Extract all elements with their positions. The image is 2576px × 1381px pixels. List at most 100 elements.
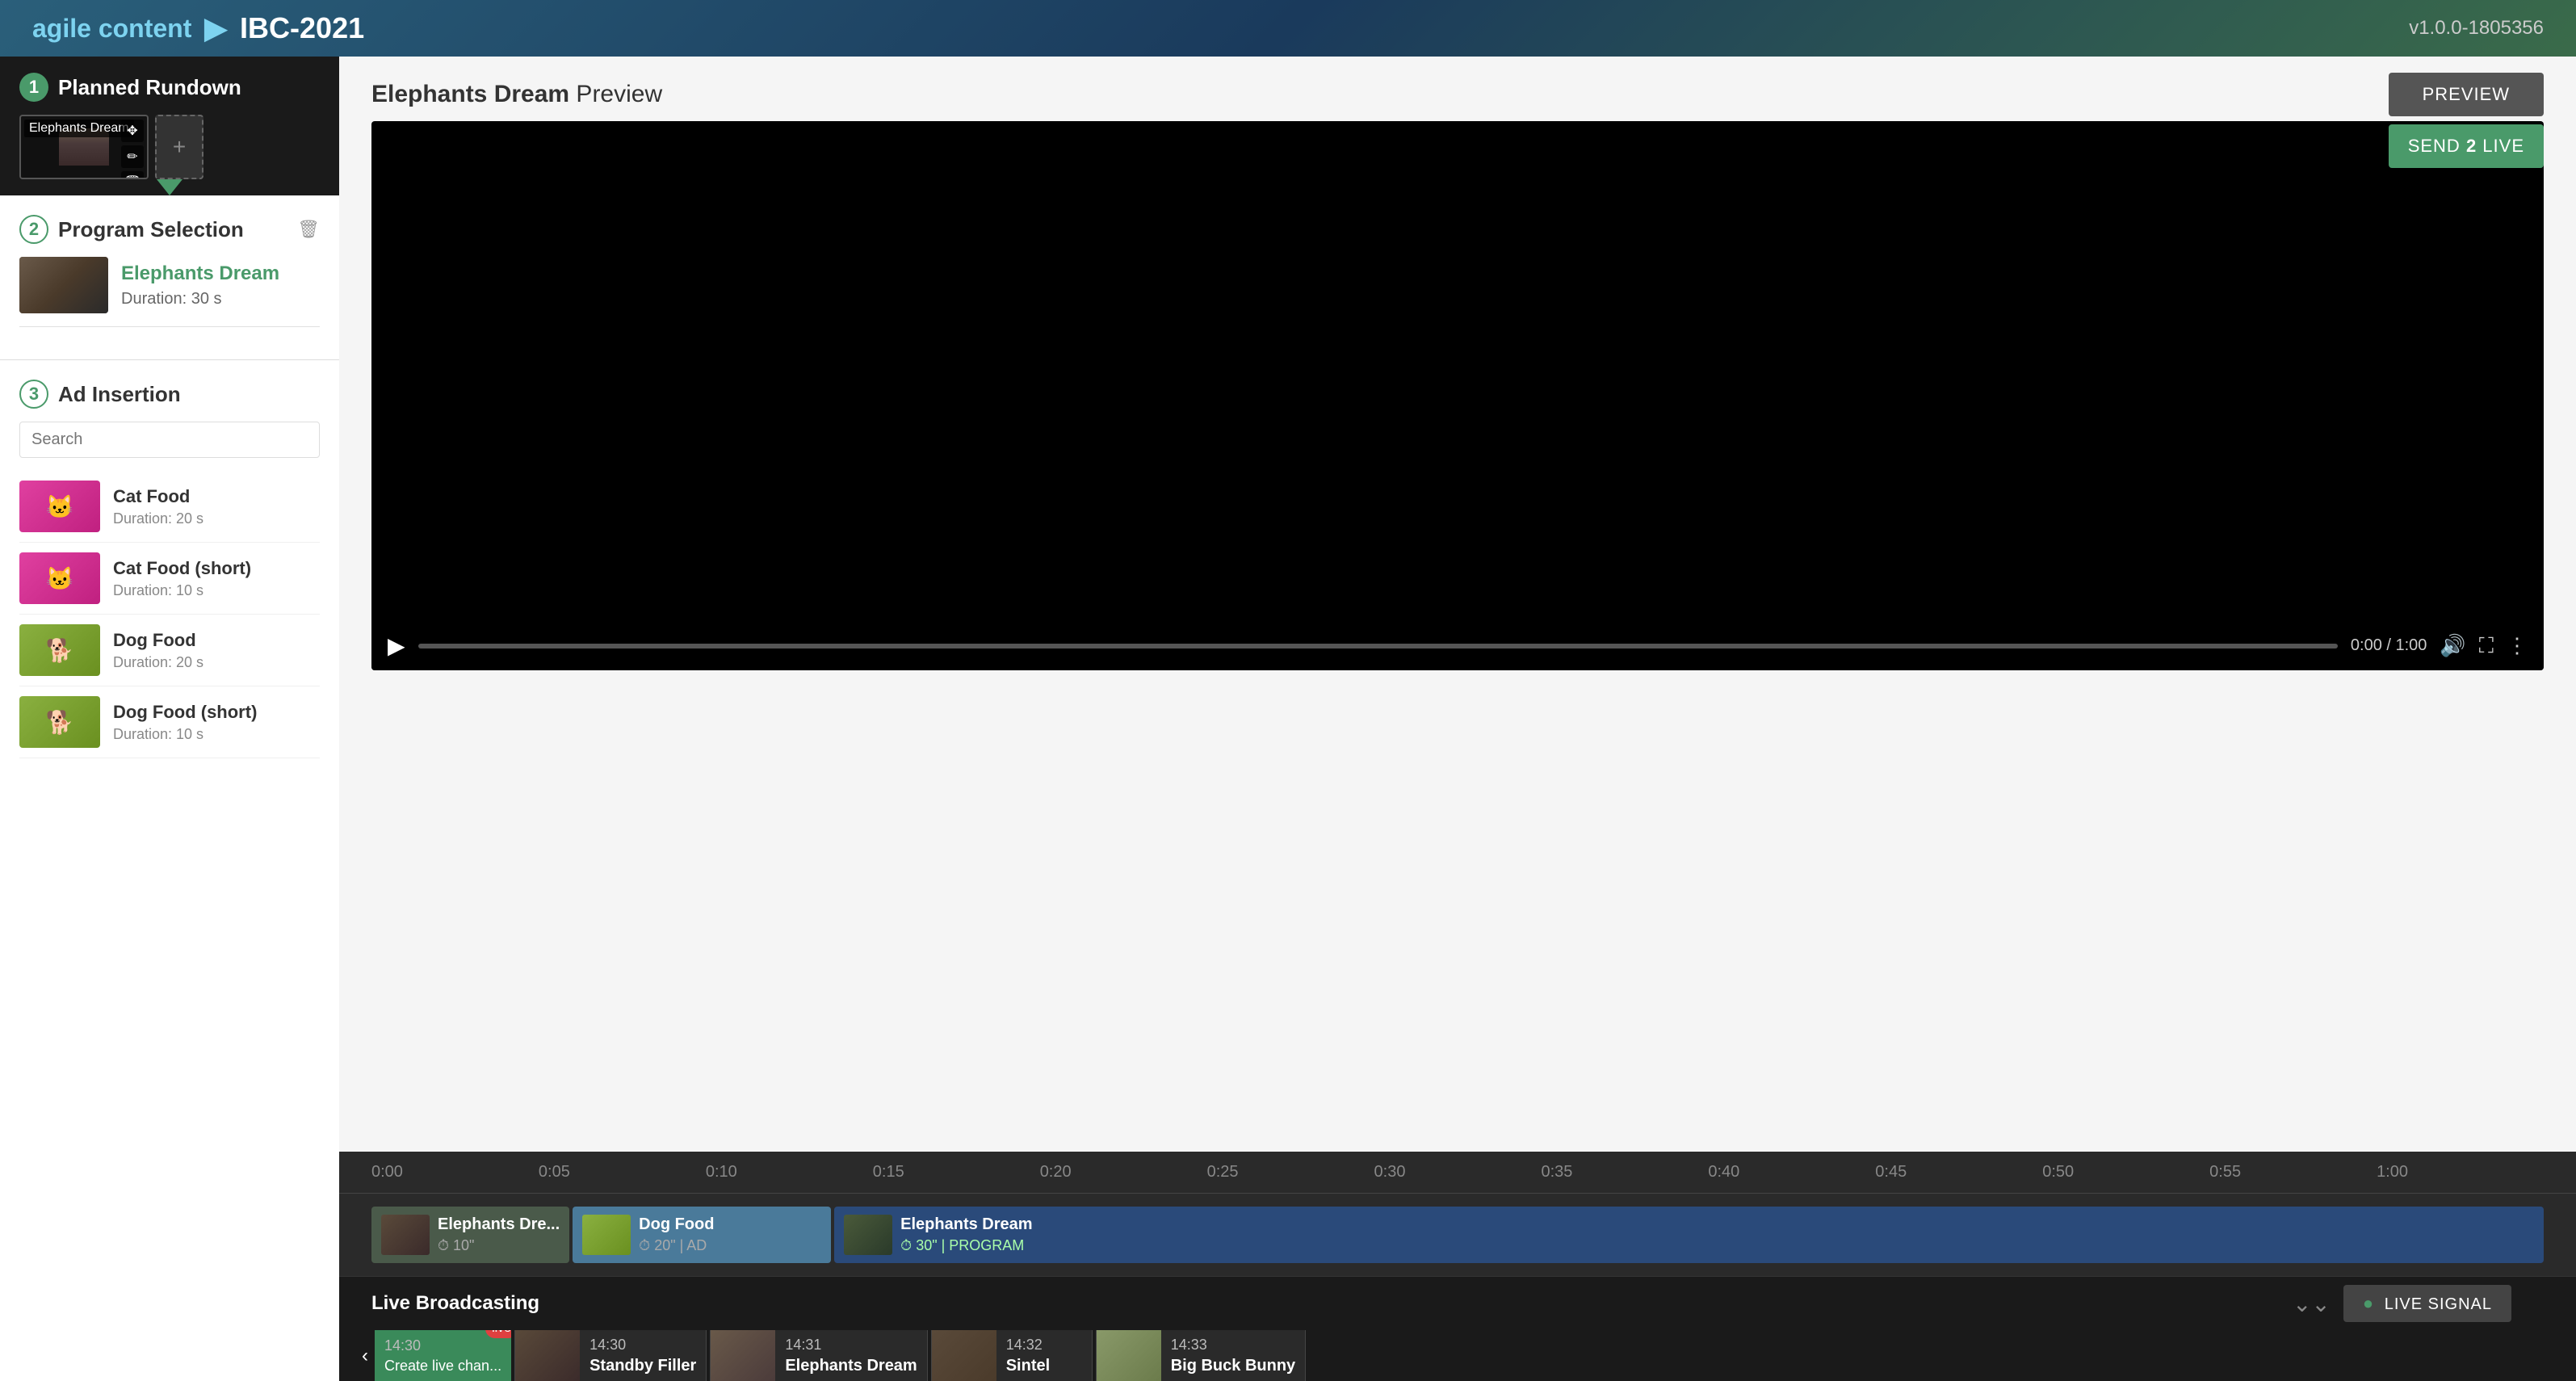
list-item: 🐕 Dog Food (short) Duration: 10 s	[19, 686, 320, 758]
track-item-dog-food[interactable]: Dog Food ⏱ 20" | AD	[573, 1207, 831, 1263]
rundown-item-elephants[interactable]: Elephants Dream ✥ ✏ 🗑	[19, 115, 149, 179]
lb-item-time: 14:33	[1171, 1337, 1295, 1354]
more-button[interactable]: ⋮	[2507, 633, 2528, 658]
track-info: Dog Food ⏱ 20" | AD	[639, 1215, 714, 1254]
program-item: Elephants Dream Duration: 30 s	[19, 257, 320, 313]
track-title: Elephants Dre...	[438, 1215, 560, 1234]
main-layout: 1 Planned Rundown Elephants Dream ✥ ✏ 🗑	[0, 57, 2576, 1381]
program-selection-section: 2 Program Selection 🗑 Elephants Dream Du…	[0, 195, 339, 360]
planned-rundown-header: 1 Planned Rundown	[19, 73, 320, 102]
ad-info: Cat Food (short) Duration: 10 s	[113, 558, 251, 599]
lb-item-thumb	[515, 1330, 580, 1381]
program-info: Elephants Dream Duration: 30 s	[121, 262, 279, 309]
ad-duration: Duration: 10 s	[113, 726, 257, 743]
list-item[interactable]: 14:32 Sintel	[931, 1330, 1093, 1381]
program-info-title: Elephants Dream	[121, 262, 279, 285]
dog-food-thumbnail: 🐕	[19, 624, 100, 676]
planned-rundown-number: 1	[19, 73, 48, 102]
ad-info: Dog Food (short) Duration: 10 s	[113, 702, 257, 743]
track-meta: ⏱ 30" | PROGRAM	[900, 1237, 1032, 1254]
progress-bar[interactable]	[418, 644, 2338, 649]
track-info: Elephants Dream ⏱ 30" | PROGRAM	[900, 1215, 1032, 1254]
timeline-area: 0:00 0:05 0:10 0:15 0:20 0:25 0:30 0:35 …	[339, 1152, 2576, 1276]
time-mark: 0:20	[1040, 1163, 1207, 1182]
track-item-elephants-program[interactable]: Elephants Dream ⏱ 30" | PROGRAM	[834, 1207, 2544, 1263]
program-delete-icon[interactable]: 🗑	[297, 219, 320, 240]
live-dot-icon: ●	[2363, 1293, 2374, 1313]
track-title: Dog Food	[639, 1215, 714, 1234]
track-item-elephants-short[interactable]: Elephants Dre... ⏱ 10"	[371, 1207, 569, 1263]
lb-items: 14:30 Create live chan... live 14:30 Sta…	[375, 1330, 2576, 1381]
program-thumb-inner	[19, 257, 108, 313]
track-thumb-dog-food	[582, 1215, 631, 1255]
move-icon[interactable]: ✥	[121, 120, 144, 142]
ad-title: Dog Food	[113, 630, 203, 651]
list-item[interactable]: 14:31 Elephants Dream	[710, 1330, 927, 1381]
preview-title-bold: Elephants Dream	[371, 81, 569, 107]
time-mark: 0:00	[371, 1163, 539, 1182]
time-mark: 0:15	[873, 1163, 1040, 1182]
ps-header-left: 2 Program Selection	[19, 215, 244, 244]
track-info: Elephants Dre... ⏱ 10"	[438, 1215, 560, 1254]
ad-list: 🐱 Cat Food Duration: 20 s 🐱	[19, 471, 320, 1362]
event-name: IBC-2021	[240, 11, 364, 45]
version-label: v1.0.0-1805356	[2409, 17, 2544, 40]
ad-insertion-number: 3	[19, 380, 48, 409]
live-broadcasting-section: Live Broadcasting ⌄⌄ ● LIVE SIGNAL ‹ 14:…	[339, 1276, 2576, 1381]
divider	[19, 326, 320, 327]
time-mark: 0:45	[1875, 1163, 2042, 1182]
ad-thumb-cat-food: 🐱	[19, 481, 100, 532]
ad-duration: Duration: 20 s	[113, 510, 203, 527]
program-thumb	[19, 257, 108, 313]
preview-button[interactable]: PREVIEW	[2389, 73, 2544, 116]
send-live-button[interactable]: SEND 2 LIVE	[2389, 124, 2544, 168]
collapse-button[interactable]: ⌄⌄	[2293, 1291, 2331, 1317]
preview-title-normal: Preview	[569, 81, 662, 107]
volume-button[interactable]: 🔊	[2440, 633, 2465, 658]
ad-thumb-dog-food: 🐕	[19, 624, 100, 676]
left-panel: 1 Planned Rundown Elephants Dream ✥ ✏ 🗑	[0, 57, 339, 1381]
ad-search-input[interactable]	[19, 422, 320, 458]
program-selection-number: 2	[19, 215, 48, 244]
app-header: agile content ▶ IBC-2021 v1.0.0-1805356	[0, 0, 2576, 57]
ad-thumb-cat-food-short: 🐱	[19, 552, 100, 604]
delete-icon[interactable]: 🗑	[121, 171, 144, 179]
play-button[interactable]: ▶	[388, 632, 405, 659]
lb-item-thumb	[711, 1330, 775, 1381]
track-thumb-elephants-program	[844, 1215, 892, 1255]
list-item[interactable]: 14:33 Big Buck Bunny	[1096, 1330, 1306, 1381]
planned-rundown-section: 1 Planned Rundown Elephants Dream ✥ ✏ 🗑	[0, 57, 339, 195]
fullscreen-button[interactable]: ⛶	[2479, 633, 2494, 659]
ad-duration: Duration: 10 s	[113, 582, 251, 599]
time-mark: 0:35	[1541, 1163, 1708, 1182]
list-item[interactable]: 14:30 Create live chan... live	[375, 1330, 511, 1381]
add-item-button[interactable]: +	[155, 115, 203, 179]
live-signal-label: LIVE SIGNAL	[2385, 1295, 2492, 1313]
lb-item-thumb	[932, 1330, 996, 1381]
list-item[interactable]: 14:30 Standby Filler	[514, 1330, 707, 1381]
program-info-duration: Duration: 30 s	[121, 290, 279, 309]
edit-icon[interactable]: ✏	[121, 145, 144, 168]
logo: agile content ▶ IBC-2021	[32, 11, 364, 45]
track-meta: ⏱ 10"	[438, 1237, 560, 1254]
program-selection-title: Program Selection	[58, 217, 244, 242]
lb-item-info: 14:31 Elephants Dream	[775, 1332, 926, 1380]
lb-header: Live Broadcasting ⌄⌄ ● LIVE SIGNAL	[339, 1277, 2576, 1330]
timeline-tracks: Elephants Dre... ⏱ 10" Dog Food ⏱ 20" | …	[339, 1194, 2576, 1276]
rundown-item-label: Elephants Dream	[24, 120, 134, 137]
cat-food-short-thumbnail: 🐱	[19, 552, 100, 604]
rundown-track: Elephants Dream ✥ ✏ 🗑 +	[19, 115, 320, 179]
video-controls: ▶ 0:00 / 1:00 🔊 ⛶ ⋮	[371, 621, 2544, 670]
ad-duration: Duration: 20 s	[113, 654, 203, 671]
live-signal-button[interactable]: ● LIVE SIGNAL	[2343, 1285, 2511, 1322]
lb-item-thumb-bunny	[1097, 1330, 1161, 1381]
list-item: 🐱 Cat Food (short) Duration: 10 s	[19, 543, 320, 615]
ad-title: Cat Food	[113, 486, 203, 507]
lb-item-time: 14:30	[589, 1337, 696, 1354]
lb-item-time: 14:32	[1006, 1337, 1050, 1354]
ad-title: Dog Food (short)	[113, 702, 257, 723]
lb-left-button[interactable]: ‹	[355, 1345, 375, 1367]
time-mark: 0:55	[2209, 1163, 2377, 1182]
preview-area: Elephants Dream Preview ▶ 0:00 / 1:00 🔊 …	[339, 57, 2576, 1152]
ad-thumb-dog-food-short: 🐕	[19, 696, 100, 748]
